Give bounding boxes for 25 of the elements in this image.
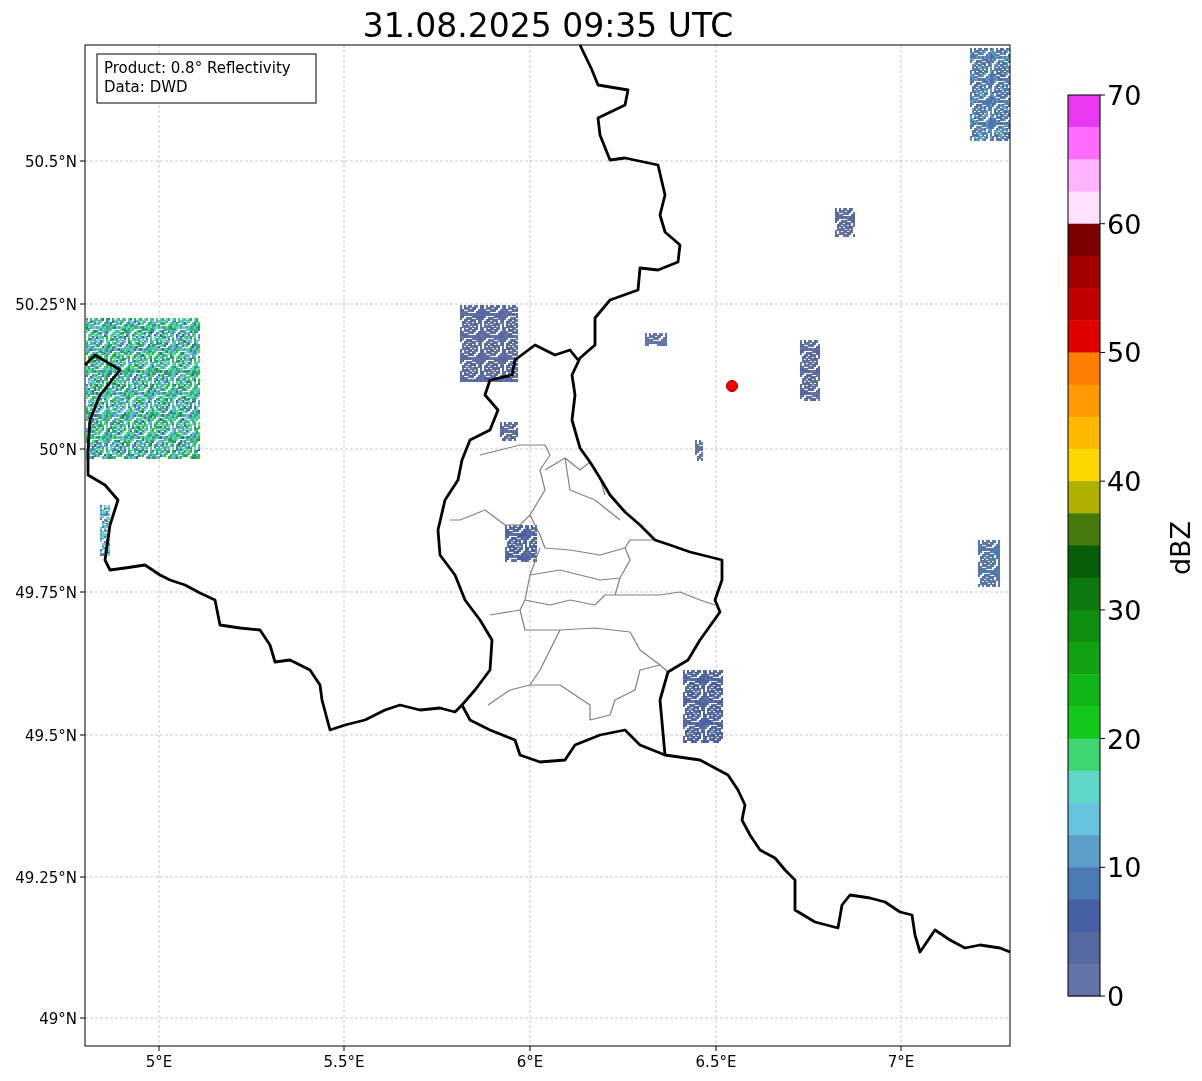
colorbar-label: 30 xyxy=(1107,594,1142,626)
colorbar-title: dBZ xyxy=(1165,520,1196,576)
colorbar-label: 40 xyxy=(1107,466,1142,498)
latitude-label: 50.5°N xyxy=(24,153,77,171)
latitude-label: 49.25°N xyxy=(15,869,77,887)
longitude-label: 6.5°E xyxy=(695,1053,737,1071)
colorbar-label: 60 xyxy=(1107,208,1142,240)
longitude-label: 6°E xyxy=(516,1053,544,1071)
colorbar-label: 70 xyxy=(1107,80,1142,111)
longitude-label: 7°E xyxy=(887,1053,915,1071)
colorbar-label: 0 xyxy=(1107,981,1125,1012)
latitude-label: 49.5°N xyxy=(24,727,77,745)
colorbar-label: 50 xyxy=(1107,337,1142,369)
colorbar-label: 10 xyxy=(1107,852,1142,884)
info-text: Product: 0.8° Reflectivity xyxy=(104,59,291,77)
chart-title: 31.08.2025 09:35 UTC xyxy=(362,6,734,45)
radar-site-marker xyxy=(726,380,738,392)
colorbar-label: 20 xyxy=(1107,723,1142,755)
latitude-label: 49°N xyxy=(39,1010,77,1028)
latitude-label: 50.25°N xyxy=(15,296,77,314)
info-text: Data: DWD xyxy=(104,78,188,96)
longitude-label: 5°E xyxy=(145,1053,173,1071)
latitude-label: 50°N xyxy=(39,441,77,459)
longitude-label: 5.5°E xyxy=(323,1053,365,1071)
latitude-label: 49.75°N xyxy=(15,584,77,602)
